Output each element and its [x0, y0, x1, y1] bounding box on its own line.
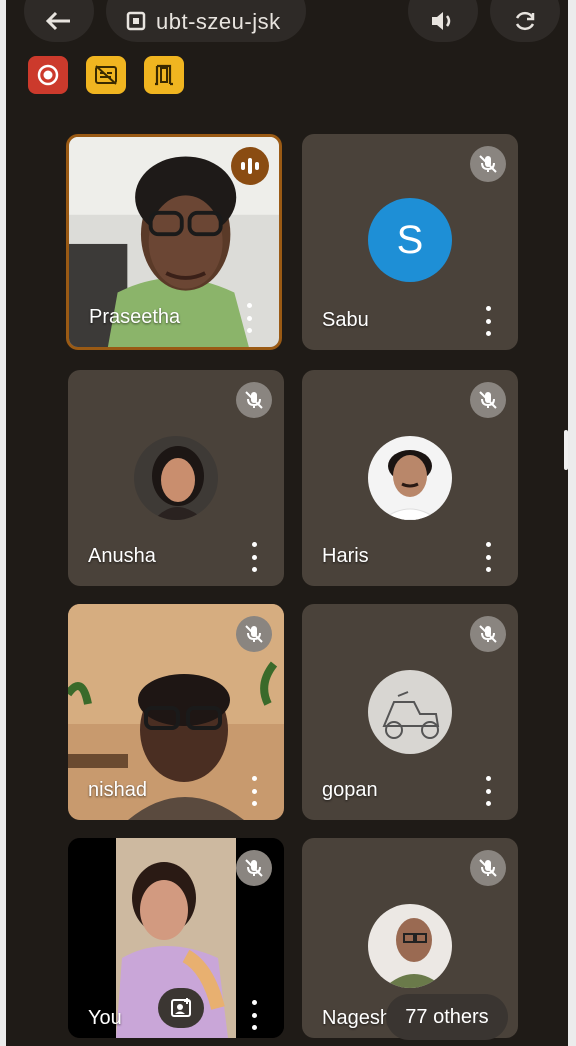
others-count-button[interactable]: 77 others [386, 994, 508, 1040]
participant-name: nishad [88, 779, 147, 801]
participant-tile-self[interactable]: You [68, 838, 284, 1038]
avatar [368, 904, 452, 988]
participant-name: Sabu [322, 309, 369, 331]
mic-off-icon [236, 382, 272, 418]
more-options-icon[interactable] [248, 776, 260, 806]
more-options-icon[interactable] [482, 306, 494, 336]
participant-name: Praseetha [89, 306, 181, 328]
right-edge [568, 0, 576, 1046]
record-icon[interactable] [28, 56, 68, 94]
speaker-button[interactable] [408, 0, 478, 42]
mic-off-icon [470, 850, 506, 886]
more-options-icon[interactable] [482, 542, 494, 572]
back-button[interactable] [24, 0, 94, 42]
flip-camera-button[interactable] [490, 0, 560, 42]
participant-tile-gopan[interactable]: gopan [302, 604, 518, 820]
avatar [368, 670, 452, 754]
door-exit-icon[interactable] [144, 56, 184, 94]
mic-off-icon [470, 146, 506, 182]
participant-name: You [88, 1007, 122, 1029]
participant-tile-haris[interactable]: Haris [302, 370, 518, 586]
more-options-icon[interactable] [248, 542, 260, 572]
participant-name: gopan [322, 779, 378, 801]
status-row [28, 56, 184, 94]
avatar: S [368, 198, 452, 282]
meeting-screen: ubt-szeu-jsk Praseetha S Sabu Anusha Har… [6, 0, 568, 1046]
participant-tile-sabu[interactable]: S Sabu [302, 134, 518, 350]
more-options-icon[interactable] [243, 303, 255, 333]
mic-off-icon [470, 382, 506, 418]
avatar [368, 436, 452, 520]
meeting-info-button[interactable]: ubt-szeu-jsk [106, 0, 306, 42]
mic-off-icon [470, 616, 506, 652]
mic-off-icon [236, 616, 272, 652]
participant-name: Nagesh [322, 1007, 391, 1029]
meeting-info-icon [126, 11, 146, 31]
speaking-indicator-icon [231, 147, 269, 185]
mic-off-icon [236, 850, 272, 886]
captions-off-icon[interactable] [86, 56, 126, 94]
present-icon [171, 998, 191, 1017]
participant-tile-nishad[interactable]: nishad [68, 604, 284, 820]
meeting-code: ubt-szeu-jsk [156, 9, 281, 34]
present-button[interactable] [158, 988, 204, 1028]
more-options-icon[interactable] [248, 1000, 260, 1030]
participant-name: Haris [322, 545, 369, 567]
participant-tile-anusha[interactable]: Anusha [68, 370, 284, 586]
participant-name: Anusha [88, 545, 156, 567]
participant-tile-praseetha[interactable]: Praseetha [66, 134, 282, 350]
flip-camera-icon [515, 11, 535, 31]
scrollbar[interactable] [564, 430, 568, 470]
more-options-icon[interactable] [482, 776, 494, 806]
back-arrow-icon [46, 11, 70, 31]
avatar [134, 436, 218, 520]
speaker-icon [432, 12, 451, 30]
